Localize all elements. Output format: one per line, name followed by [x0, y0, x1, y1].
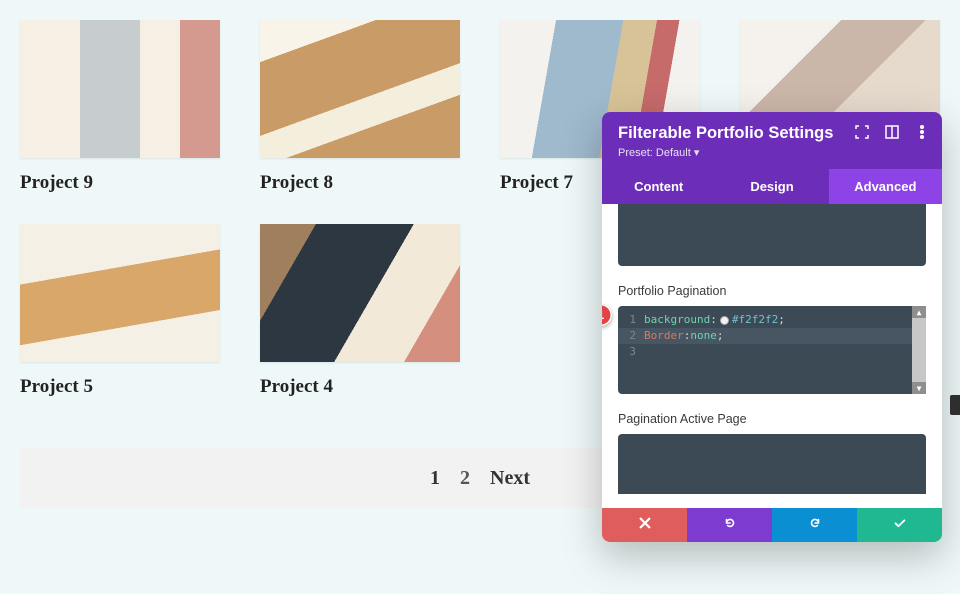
undo-button[interactable] [687, 508, 772, 542]
portfolio-card[interactable]: Project 5 [20, 224, 220, 398]
project-title: Project 5 [20, 376, 220, 398]
close-icon [638, 516, 652, 535]
css-code-editor[interactable]: 1 background:#f2f2f2; 2 Border:none; 3 ▲ [618, 306, 926, 394]
check-icon [893, 516, 907, 535]
cancel-button[interactable] [602, 508, 687, 542]
code-text: background:#f2f2f2; [644, 312, 785, 328]
scrollbar[interactable]: ▲ ▼ [912, 306, 926, 394]
tab-content[interactable]: Content [602, 169, 715, 204]
undo-icon [723, 516, 737, 535]
line-number: 2 [618, 328, 644, 344]
header-icon-group [854, 124, 930, 140]
right-edge-peek [950, 395, 960, 415]
code-block-top[interactable] [618, 204, 926, 266]
project-title: Project 8 [260, 172, 460, 194]
panel-header: Filterable Portfolio Settings Preset: De… [602, 112, 942, 169]
project-thumbnail[interactable] [20, 20, 220, 158]
panel-tabs: Content Design Advanced [602, 169, 942, 204]
panel-body: Portfolio Pagination 1 1 background:#f2f… [602, 204, 942, 508]
tab-advanced[interactable]: Advanced [829, 169, 942, 204]
portfolio-card[interactable]: Project 9 [20, 20, 220, 194]
portfolio-card[interactable]: Project 8 [260, 20, 460, 194]
settings-panel: Filterable Portfolio Settings Preset: De… [602, 112, 942, 542]
scroll-up-icon[interactable]: ▲ [912, 306, 926, 318]
line-number: 3 [618, 344, 644, 360]
project-thumbnail[interactable] [260, 224, 460, 362]
pagination-page-1[interactable]: 1 [430, 467, 440, 490]
redo-button[interactable] [772, 508, 857, 542]
redo-icon [808, 516, 822, 535]
pagination-page-2[interactable]: 2 [460, 467, 470, 490]
line-number: 1 [618, 312, 644, 328]
color-swatch-icon [720, 316, 729, 325]
save-button[interactable] [857, 508, 942, 542]
preset-dropdown[interactable]: Preset: Default ▾ [618, 146, 699, 169]
scroll-down-icon[interactable]: ▼ [912, 382, 926, 394]
code-text: Border:none; [644, 328, 724, 344]
expand-icon[interactable] [884, 124, 900, 140]
project-title: Project 9 [20, 172, 220, 194]
project-thumbnail[interactable] [260, 20, 460, 158]
project-title: Project 4 [260, 376, 460, 398]
section-label-portfolio-pagination: Portfolio Pagination [618, 284, 926, 298]
tab-design[interactable]: Design [715, 169, 828, 204]
project-thumbnail[interactable] [20, 224, 220, 362]
pagination-next[interactable]: Next [490, 467, 530, 490]
annotation-marker: 1 [602, 304, 612, 326]
panel-footer [602, 508, 942, 542]
focus-icon[interactable] [854, 124, 870, 140]
code-block-bottom[interactable] [618, 434, 926, 494]
section-label-pagination-active: Pagination Active Page [618, 412, 926, 426]
more-icon[interactable] [914, 124, 930, 140]
portfolio-card[interactable]: Project 4 [260, 224, 460, 398]
